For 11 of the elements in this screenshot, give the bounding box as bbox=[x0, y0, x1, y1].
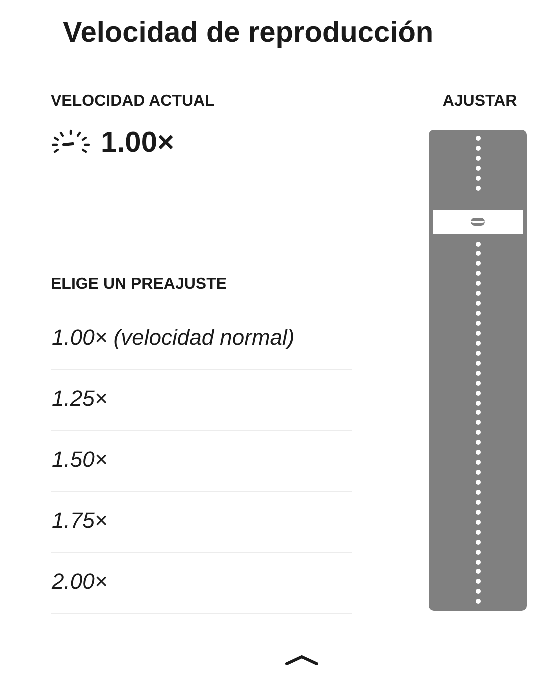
preset-option[interactable]: 1.50× bbox=[51, 431, 352, 492]
section-label: AJUSTAR bbox=[442, 92, 518, 112]
chevron-up-icon[interactable] bbox=[285, 654, 319, 666]
section-label: VELOCIDAD ACTUAL bbox=[51, 92, 215, 110]
preset-option[interactable]: 2.00× bbox=[51, 553, 352, 614]
preset-option[interactable]: 1.00× (velocidad normal) bbox=[51, 309, 352, 370]
page-title: Velocidad de reproducción bbox=[63, 16, 434, 51]
section-label: ELIGE UN PREAJUSTE bbox=[51, 276, 228, 293]
preset-option[interactable]: 1.25× bbox=[51, 370, 352, 431]
current-speed: 1.00× bbox=[101, 126, 174, 160]
preset-option[interactable]: 1.75× bbox=[51, 492, 352, 553]
